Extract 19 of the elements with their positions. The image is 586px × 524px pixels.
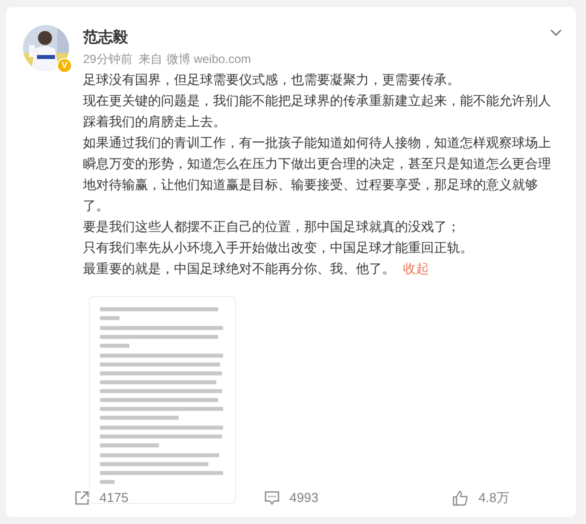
comment-count: 4993: [290, 489, 318, 507]
verified-badge: V: [57, 58, 72, 73]
post-time[interactable]: 29分钟前: [83, 50, 132, 68]
source-link[interactable]: 微博 weibo.com: [166, 50, 252, 68]
thumbs-up-icon[interactable]: [452, 490, 468, 506]
comment-icon[interactable]: [264, 490, 280, 506]
post-paragraph: 只有我们率先从小环境入手开始做出改变，中国足球才能重回正轨。: [83, 239, 474, 257]
source-label: 来自: [138, 51, 162, 68]
like-count: 4.8万: [478, 489, 510, 507]
share-icon[interactable]: [74, 490, 90, 506]
post-paragraph: 最重要的就是，中国足球绝对不能再分你、我、他了。: [83, 261, 395, 276]
chevron-down-icon[interactable]: [550, 29, 562, 37]
post-paragraph: 要是我们这些人都摆不正自己的位置，那中国足球就真的没戏了；: [83, 218, 461, 236]
author-name[interactable]: 范志毅: [83, 28, 563, 48]
post-paragraph: 如果通过我们的青训工作，有一批孩子能知道如何待人接物，知道怎样观察球场上瞬息万变的形势，知道怎么在压力下做出更合理的决定，甚至只是知道怎么更合理地对待输赢，让他们知道赢是目标、输要接受、过程要享受，那足球的意义就够了。: [83, 134, 552, 215]
collapse-link[interactable]: 收起: [403, 261, 429, 276]
post-paragraph: 现在更关键的问题是，我们能不能把足球界的传承重新建立起来，能不能允许别人踩着我们的肩膀走上去。: [83, 92, 552, 131]
post-paragraph: 足球没有国界，但足球需要仪式感，也需要凝聚力，更需要传承。: [83, 71, 461, 89]
share-count: 4175: [100, 489, 128, 507]
